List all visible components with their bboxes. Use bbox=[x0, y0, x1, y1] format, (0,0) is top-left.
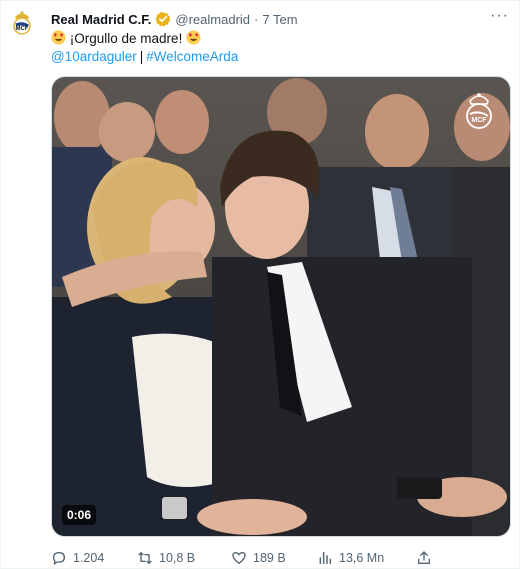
real-madrid-crest-icon[interactable]: MCF bbox=[8, 9, 36, 37]
tweet-text: ¡Orgullo de madre! bbox=[69, 31, 183, 46]
reply-button[interactable]: 1.204 bbox=[51, 550, 104, 566]
video-player[interactable]: MCF 0:06 bbox=[51, 76, 511, 537]
tweet-links-line: @10ardaguler | #WelcomeArda bbox=[51, 48, 238, 66]
reply-count: 1.204 bbox=[73, 551, 105, 565]
like-icon bbox=[232, 552, 246, 564]
heart-eyes-emoji-icon bbox=[186, 30, 201, 45]
tweet-card[interactable]: MCF Real Madrid C.F. @realmadrid · 7 Tem… bbox=[0, 0, 520, 569]
tweet-text-line: ¡Orgullo de madre! bbox=[51, 30, 201, 48]
action-bar: 1.204 10,8 B 189 B 13,6 Mn bbox=[51, 549, 471, 567]
like-count: 189 B bbox=[253, 551, 286, 565]
verified-badge-icon bbox=[155, 11, 171, 27]
heart-eyes-emoji-icon bbox=[51, 30, 66, 45]
svg-text:MCF: MCF bbox=[471, 117, 487, 124]
svg-text:MCF: MCF bbox=[16, 26, 29, 32]
author-handle[interactable]: @realmadrid bbox=[175, 12, 250, 27]
share-icon bbox=[418, 551, 430, 564]
retweet-icon bbox=[138, 552, 152, 564]
share-button[interactable] bbox=[416, 550, 432, 566]
retweet-button[interactable]: 10,8 B bbox=[137, 550, 195, 566]
hashtag-link[interactable]: #WelcomeArda bbox=[146, 49, 238, 64]
video-duration: 0:06 bbox=[62, 505, 97, 525]
tweet-timestamp[interactable]: 7 Tem bbox=[262, 12, 297, 27]
link-separator: | bbox=[139, 49, 144, 64]
retweet-count: 10,8 B bbox=[159, 551, 196, 565]
author-name[interactable]: Real Madrid C.F. bbox=[51, 12, 151, 27]
reply-icon bbox=[53, 552, 65, 565]
more-icon[interactable]: ··· bbox=[490, 8, 509, 24]
header-separator: · bbox=[254, 11, 259, 27]
video-frame bbox=[52, 77, 510, 536]
view-count: 13,6 Mn bbox=[339, 551, 385, 565]
tweet-header: Real Madrid C.F. @realmadrid · 7 Tem bbox=[51, 10, 509, 28]
views-icon bbox=[319, 551, 332, 565]
like-button[interactable]: 189 B bbox=[231, 550, 286, 566]
views-button[interactable]: 13,6 Mn bbox=[317, 550, 384, 566]
real-madrid-crest-icon: MCF bbox=[462, 91, 496, 131]
mention-link[interactable]: @10ardaguler bbox=[51, 49, 137, 64]
